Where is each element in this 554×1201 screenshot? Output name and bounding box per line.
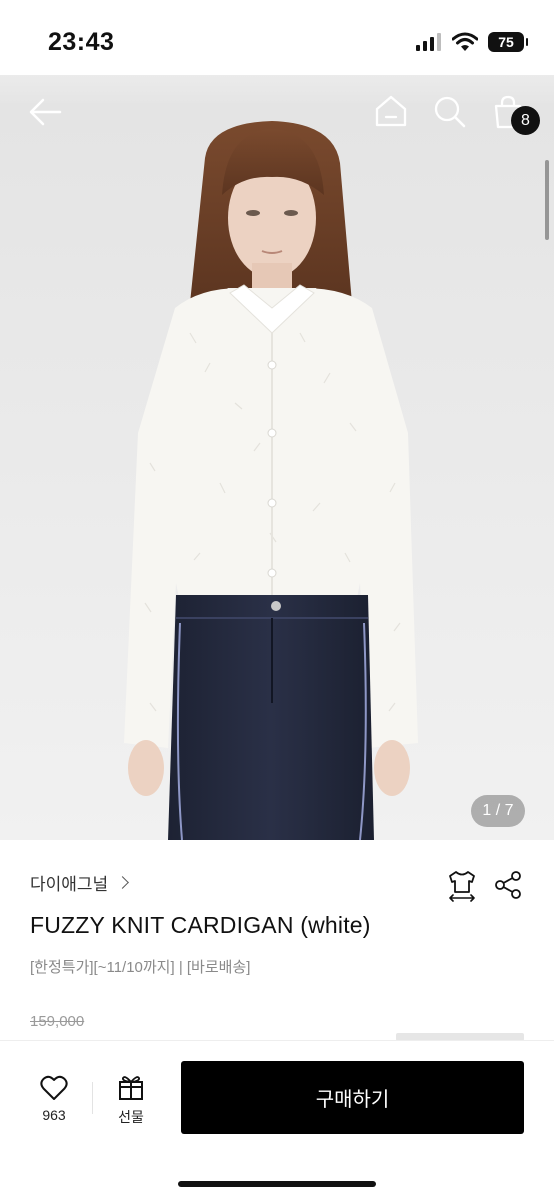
brand-link[interactable]: 다이애그널 [30, 870, 130, 895]
like-button[interactable]: 963 [30, 1075, 78, 1123]
share-icon[interactable] [494, 871, 522, 899]
gift-icon [119, 1076, 143, 1100]
product-photo [0, 103, 554, 840]
buy-button[interactable]: 구매하기 [181, 1061, 524, 1134]
home-icon[interactable] [374, 94, 408, 128]
product-image-gallery[interactable] [0, 103, 554, 840]
product-tags: [한정특가][~11/10까지] | [바로배송] [30, 959, 251, 976]
status-bar: 23:43 75 [0, 0, 554, 75]
product-title: FUZZY KNIT CARDIGAN (white) [30, 912, 371, 938]
status-icons: 75 [416, 32, 528, 52]
original-price: 159,000 [30, 1013, 85, 1030]
home-indicator[interactable] [178, 1181, 376, 1187]
battery-indicator: 75 [488, 32, 528, 52]
heart-icon [40, 1075, 68, 1100]
action-divider [92, 1082, 93, 1114]
status-time: 23:43 [48, 28, 115, 56]
gift-label: 선물 [118, 1109, 144, 1125]
tshirt-size-icon[interactable] [447, 870, 477, 902]
back-arrow-icon[interactable] [28, 97, 62, 127]
cart-count-badge[interactable]: 8 [511, 106, 540, 135]
like-count: 963 [42, 1107, 66, 1123]
scrollbar[interactable] [545, 160, 549, 240]
gallery-top-strip [0, 75, 554, 103]
chevron-right-icon [116, 876, 130, 889]
search-icon[interactable] [433, 95, 467, 129]
brand-name: 다이애그널 [30, 875, 109, 894]
gift-button[interactable]: 선물 [108, 1073, 154, 1127]
gallery-page-indicator: 1 / 7 [471, 795, 525, 827]
cellular-signal-icon [416, 33, 441, 51]
wifi-icon [452, 32, 478, 51]
